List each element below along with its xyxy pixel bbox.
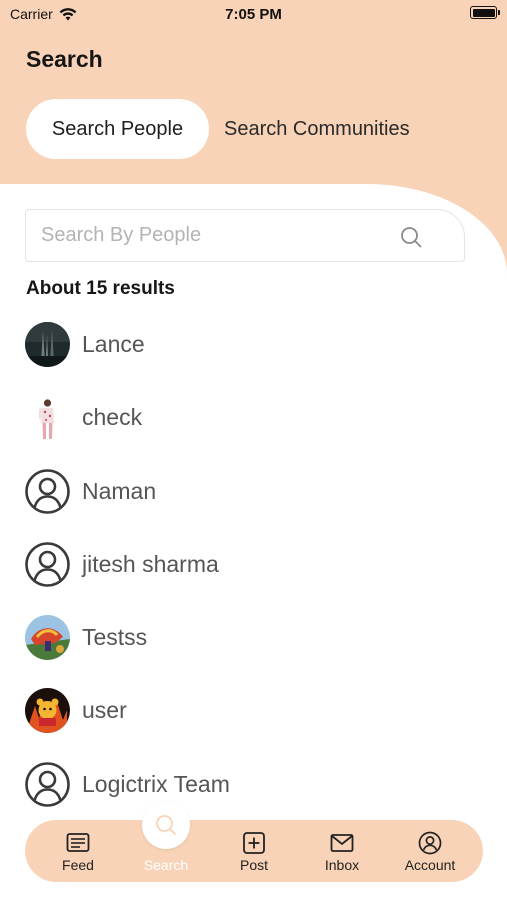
bottom-nav: Feed Search Post Inbox Account [25,820,483,882]
nav-label-account: Account [404,857,456,873]
list-item[interactable]: user [25,688,485,761]
account-icon [418,831,442,855]
results-count: About 15 results [26,278,175,299]
page-title: Search [26,46,103,72]
search-icon[interactable] [400,226,422,248]
tab-search-people[interactable]: Search People [26,99,209,159]
list-item[interactable]: check [25,395,485,468]
list-item[interactable]: jitesh sharma [25,542,485,615]
add-square-icon [243,832,265,854]
person-name: Lance [82,331,145,357]
person-name: Logictrix Team [82,770,230,797]
nav-label-post: Post [239,857,268,873]
default-user-icon [25,761,70,807]
person-name: Naman [82,477,157,504]
person-name: Testss [82,624,148,651]
avatar [25,615,70,661]
tab-search-communities[interactable]: Search Communities [224,99,410,159]
search-input[interactable] [26,210,386,261]
nav-account[interactable]: Account [386,820,474,882]
list-item[interactable]: Naman [25,468,485,542]
avatar [25,322,70,367]
nav-inbox[interactable]: Inbox [298,820,386,882]
nav-label-inbox: Inbox [324,857,360,873]
search-icon [156,815,176,835]
avatar [25,395,70,441]
feed-icon [66,833,90,852]
search-bar[interactable] [25,209,465,262]
list-item[interactable]: Lance [25,322,485,395]
nav-feed[interactable]: Feed [34,820,122,882]
people-list: Lance check Naman jitesh sharma Testss u… [25,322,485,835]
clock: 7:05 PM [225,6,282,23]
nav-post[interactable]: Post [210,820,298,882]
default-user-icon [25,468,70,514]
list-item[interactable]: Testss [25,615,485,688]
nav-label-feed: Feed [62,857,94,873]
default-user-icon [25,542,70,587]
person-name: jitesh sharma [82,550,219,577]
battery-icon [470,6,500,19]
status-bar: Carrier 7:05 PM [0,0,507,28]
person-name: user [82,697,127,724]
person-name: check [82,404,143,431]
mail-icon [330,834,354,852]
nav-label-search: Search [143,857,189,873]
nav-search-active-bubble[interactable] [142,801,190,849]
avatar [25,688,70,734]
